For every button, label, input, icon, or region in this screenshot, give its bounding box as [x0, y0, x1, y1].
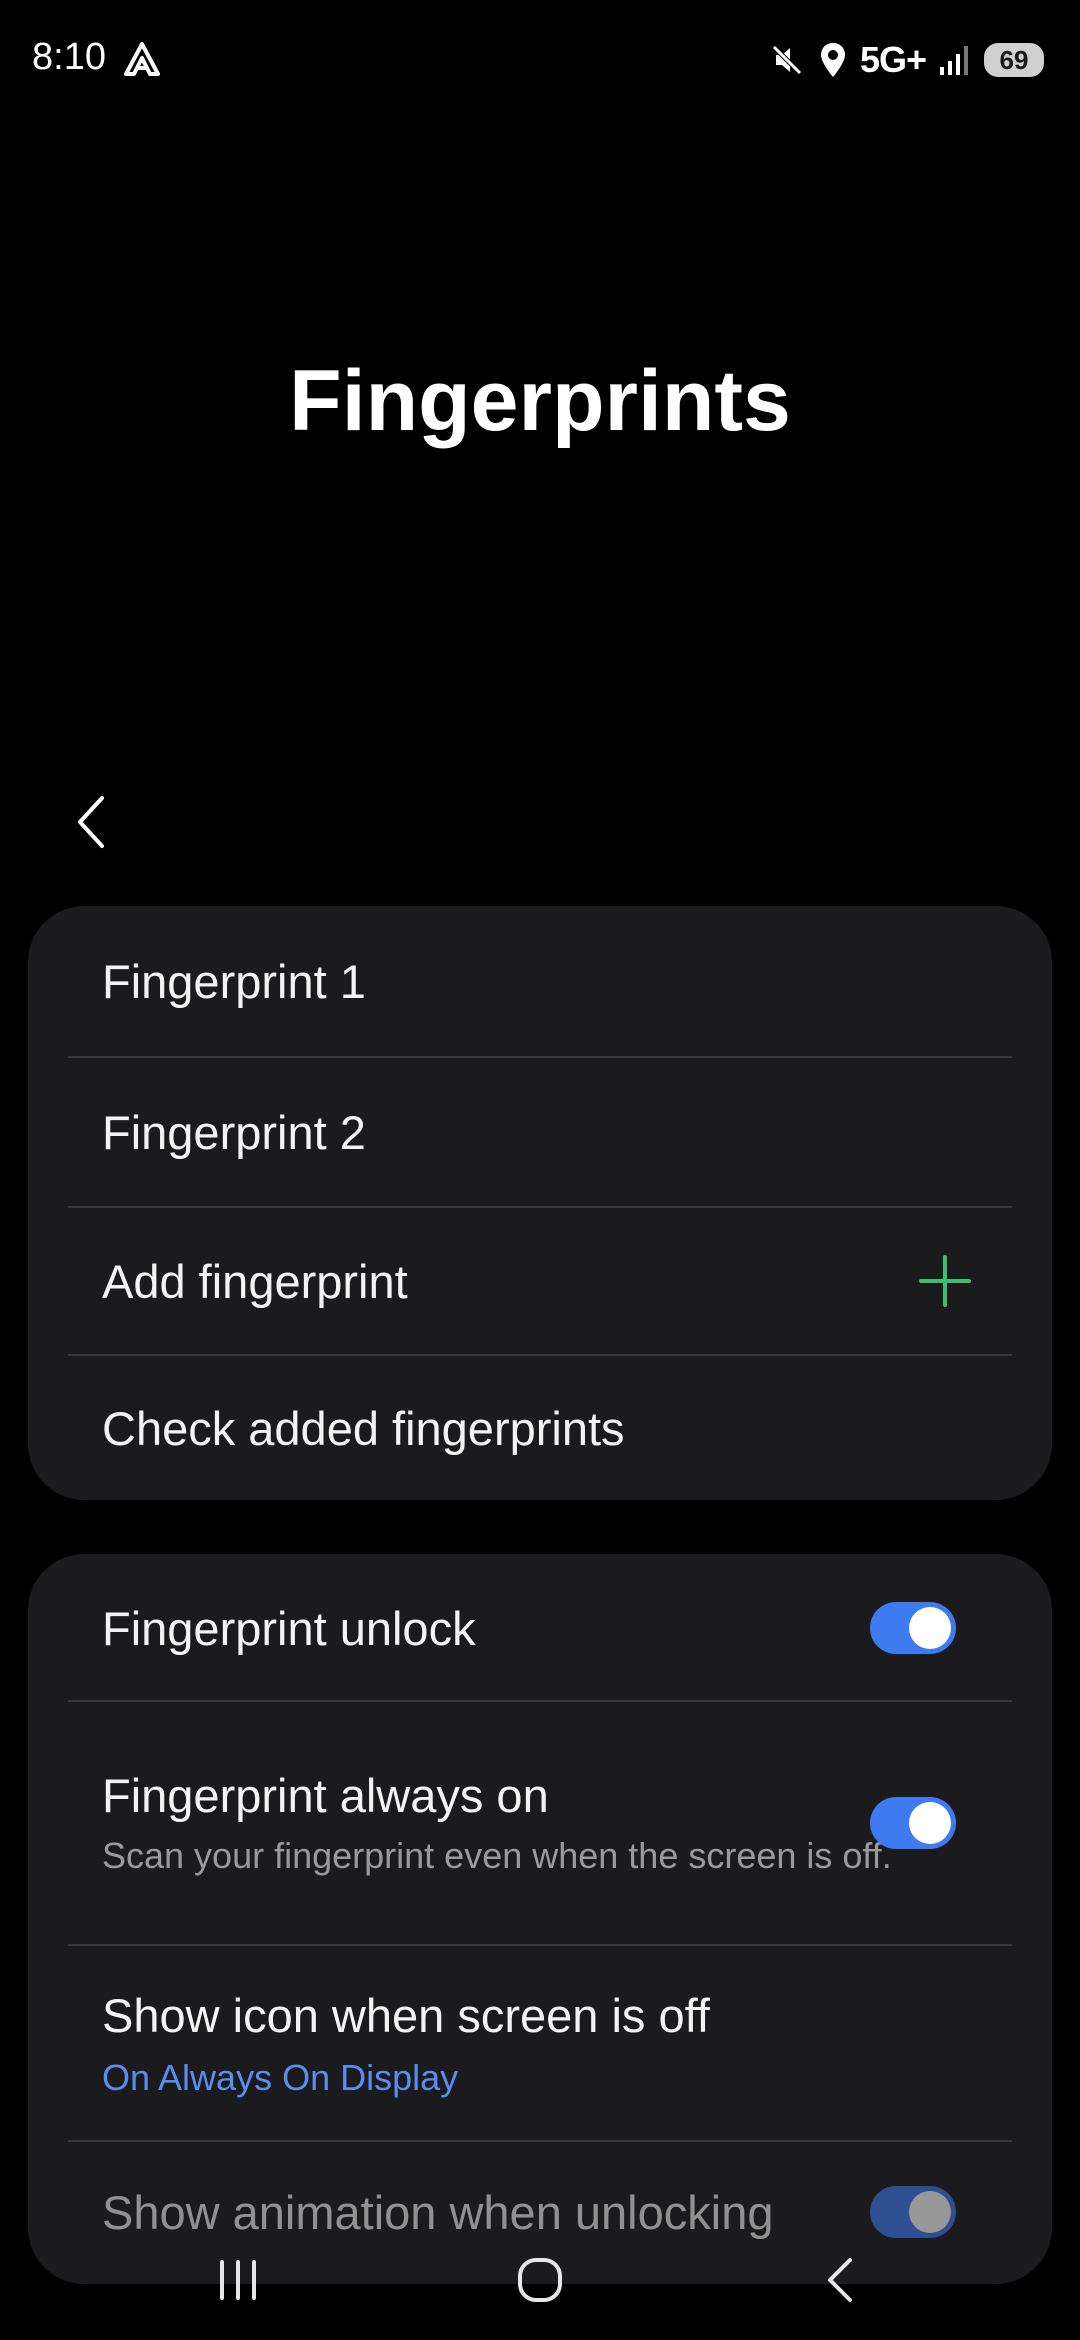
fingerprint-always-on-text: Fingerprint always on Scan your fingerpr… [102, 1768, 892, 1879]
network-type: 5G+ [859, 39, 927, 80]
toggle-knob [909, 1802, 951, 1844]
show-icon-screen-off-value: On Always On Display [102, 2056, 459, 2098]
fingerprint-always-on-item[interactable]: Fingerprint always on Scan your fingerpr… [68, 1702, 1012, 1944]
fingerprint-always-on-toggle[interactable] [870, 1797, 956, 1849]
add-fingerprint-label: Add fingerprint [102, 1254, 408, 1308]
toggle-knob [909, 2191, 951, 2233]
show-icon-screen-off-item[interactable]: Show icon when screen is off On Always O… [68, 1946, 1012, 2140]
status-time: 8:10 [32, 36, 106, 78]
status-bar: 8:10 5G+ 69 [0, 0, 1080, 120]
signal-icon [940, 46, 968, 75]
app-notification-icon [124, 42, 160, 76]
plus-icon[interactable] [918, 1254, 972, 1308]
navigation-bar [0, 2230, 1080, 2340]
fingerprints-screen: 8:10 5G+ 69 Fingerprints Fingerprint 1 F… [0, 0, 1080, 2340]
toggle-knob [909, 1607, 951, 1649]
fingerprint-unlock-toggle[interactable] [870, 1602, 956, 1654]
page-title: Fingerprints [289, 353, 791, 449]
add-fingerprint-item[interactable]: Add fingerprint [68, 1208, 1012, 1354]
back-icon[interactable] [812, 2250, 872, 2310]
fingerprint-unlock-item[interactable]: Fingerprint unlock [68, 1554, 1012, 1702]
check-added-fingerprints-label: Check added fingerprints [102, 1401, 625, 1455]
back-arrow-icon[interactable] [70, 792, 118, 852]
fingerprints-card: Fingerprint 1 Fingerprint 2 Add fingerpr… [28, 906, 1052, 1500]
fingerprint-always-on-description: Scan your fingerprint even when the scre… [102, 1834, 892, 1876]
check-added-fingerprints-item[interactable]: Check added fingerprints [68, 1356, 1012, 1500]
show-icon-screen-off-text: Show icon when screen is off On Always O… [102, 1988, 710, 2099]
fingerprint-1-label: Fingerprint 1 [102, 954, 366, 1008]
status-icons: 5G+ 69 [756, 36, 1044, 84]
mute-icon [772, 45, 802, 75]
recent-apps-icon[interactable] [208, 2250, 268, 2310]
fingerprint-settings-card: Fingerprint unlock Fingerprint always on… [28, 1554, 1052, 2284]
show-icon-screen-off-label: Show icon when screen is off [102, 1988, 710, 2042]
fingerprint-unlock-label: Fingerprint unlock [102, 1601, 476, 1655]
battery-indicator: 69 [984, 43, 1044, 77]
home-icon[interactable] [510, 2250, 570, 2310]
fingerprint-always-on-label: Fingerprint always on [102, 1768, 549, 1822]
location-icon [820, 43, 845, 77]
fingerprint-2-label: Fingerprint 2 [102, 1105, 366, 1159]
fingerprint-1-item[interactable]: Fingerprint 1 [68, 906, 1012, 1056]
fingerprint-2-item[interactable]: Fingerprint 2 [68, 1058, 1012, 1206]
